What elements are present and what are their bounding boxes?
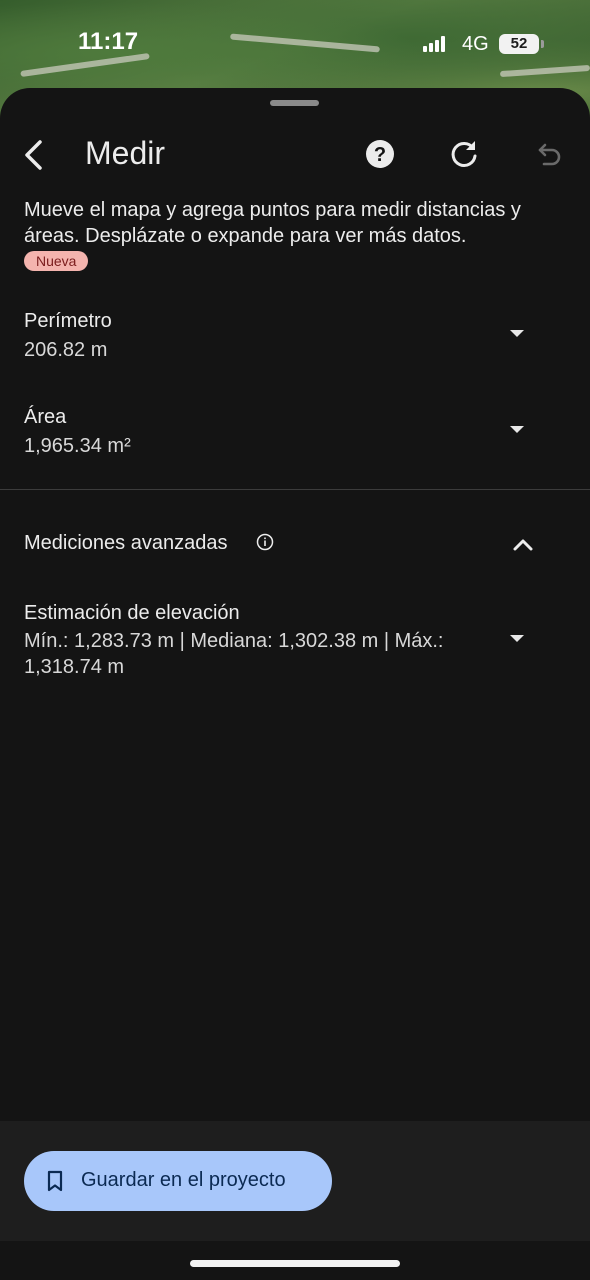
info-icon[interactable] <box>256 533 274 551</box>
undo-icon[interactable] <box>530 136 566 172</box>
area-label: Área <box>24 406 67 428</box>
area-value: 1,965.34 m² <box>24 435 131 457</box>
bookmark-icon <box>46 1170 64 1192</box>
back-arrow-icon[interactable] <box>16 135 56 175</box>
divider <box>0 489 590 490</box>
save-to-project-button[interactable]: Guardar en el proyecto <box>24 1151 332 1211</box>
svg-text:?: ? <box>374 144 386 166</box>
home-indicator[interactable] <box>190 1260 400 1267</box>
drag-handle[interactable] <box>270 100 319 106</box>
advanced-measurements-title[interactable]: Mediciones avanzadas <box>24 532 227 555</box>
elevation-value: Mín.: 1,283.73 m | Mediana: 1,302.38 m |… <box>24 630 444 678</box>
page-title: Medir <box>85 135 166 171</box>
signal-icon <box>423 36 447 52</box>
elevation-label: Estimación de elevación <box>24 602 240 624</box>
area-expand-icon[interactable] <box>510 426 524 433</box>
chevron-up-icon[interactable] <box>510 532 536 556</box>
battery-tip <box>541 40 544 48</box>
status-bar: 11:17 4G 52 <box>0 0 590 90</box>
status-time: 11:17 <box>78 28 139 55</box>
help-icon[interactable]: ? <box>362 136 398 172</box>
perimeter-value: 206.82 m <box>24 339 108 361</box>
area-row[interactable]: Área 1,965.34 m² <box>0 398 590 468</box>
save-button-label: Guardar en el proyecto <box>81 1169 286 1191</box>
bottom-action-bar: Guardar en el proyecto <box>0 1121 590 1241</box>
network-type: 4G <box>462 33 489 55</box>
perimeter-label: Perímetro <box>24 310 112 332</box>
description-text: Mueve el mapa y agrega puntos para medir… <box>24 199 521 247</box>
battery-icon: 52 <box>499 34 539 54</box>
perimeter-expand-icon[interactable] <box>510 330 524 337</box>
perimeter-row[interactable]: Perímetro 206.82 m <box>0 302 590 372</box>
measure-sheet: Medir ? Mueve el mapa y agrega puntos pa… <box>0 88 590 1280</box>
new-badge: Nueva <box>24 251 89 271</box>
refresh-icon[interactable] <box>446 136 482 172</box>
elevation-expand-icon[interactable] <box>510 635 524 642</box>
